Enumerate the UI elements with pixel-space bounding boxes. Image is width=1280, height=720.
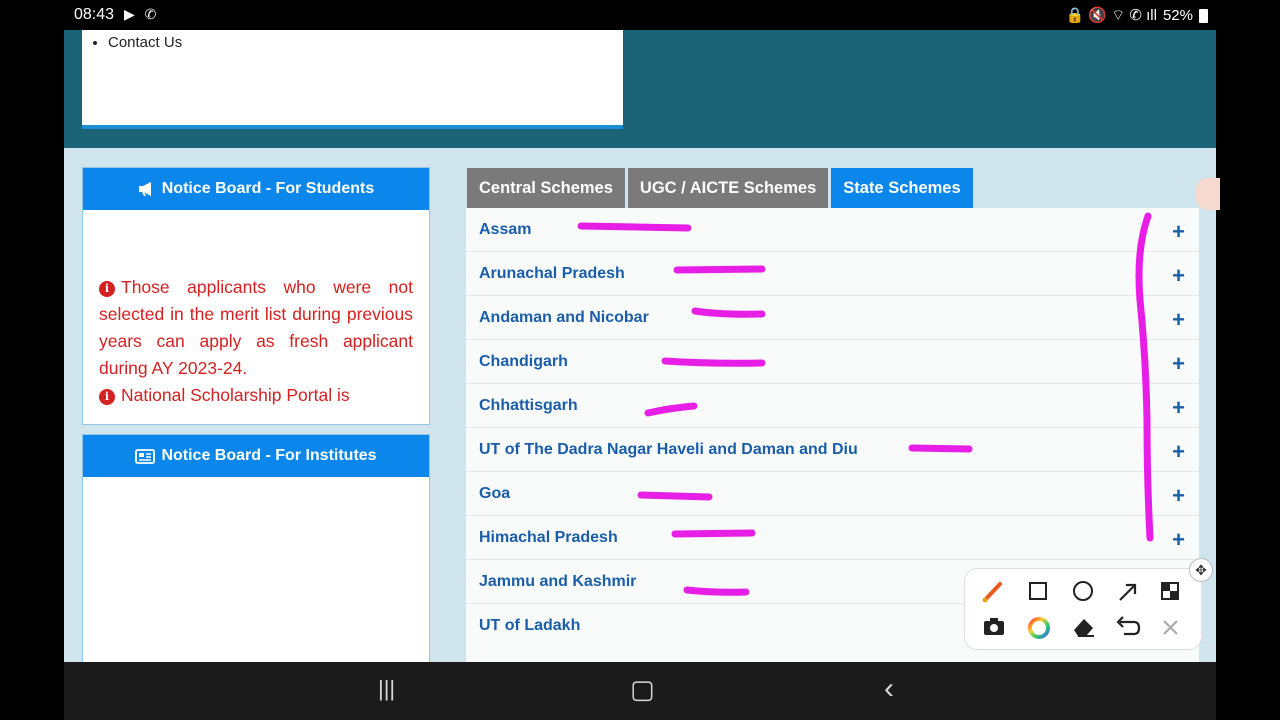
phone-screen: 08:43 ▶ ✆ 🔒 🔇 ⌔ ✆ ıll 52% Contact Us Not… — [0, 0, 1280, 720]
drawing-toolbar — [965, 569, 1201, 649]
expand-plus-icon[interactable]: + — [1172, 219, 1185, 245]
state-row-andaman-and-nicobar[interactable]: Andaman and Nicobar + — [466, 296, 1199, 340]
state-row-chandigarh[interactable]: Chandigarh + — [466, 340, 1199, 384]
state-row-himachal-pradesh[interactable]: Himachal Pradesh + — [466, 516, 1199, 560]
menu-list: Contact Us — [82, 30, 623, 51]
system-icons: 🔒 🔇 ⌔ ✆ ıll — [1065, 7, 1157, 24]
tab-ugc-aicte-schemes[interactable]: UGC / AICTE Schemes — [627, 168, 829, 208]
notice-board-students-header: Notice Board - For Students — [83, 168, 429, 210]
back-button[interactable]: ‹ — [884, 672, 894, 706]
status-bar: 08:43 ▶ ✆ 🔒 🔇 ⌔ ✆ ıll 52% — [0, 0, 1280, 30]
notification-icons: ▶ ✆ — [124, 6, 160, 22]
state-row-assam[interactable]: Assam + — [466, 208, 1199, 252]
web-viewport[interactable]: Contact Us Notice Board - For Students i… — [64, 30, 1216, 662]
expand-plus-icon[interactable]: + — [1172, 395, 1185, 421]
battery-icon — [1199, 8, 1208, 23]
expand-plus-icon[interactable]: + — [1172, 527, 1185, 553]
state-row-goa[interactable]: Goa + — [466, 472, 1199, 516]
status-time: 08:43 — [74, 6, 115, 23]
home-button[interactable]: ▢ — [630, 674, 655, 705]
menu-item-contact-us[interactable]: Contact Us — [108, 34, 623, 51]
megaphone-icon — [138, 182, 151, 196]
android-nav-bar: ||| ▢ ‹ — [64, 662, 1216, 720]
notice-board-students: Notice Board - For Students i Those appli… — [82, 167, 430, 425]
notice-board-students-body: i Those applicants who were not selected … — [83, 210, 429, 409]
notice-board-students-title: Notice Board - For Students — [161, 180, 375, 197]
state-row-dadra-nagar-haveli[interactable]: UT of The Dadra Nagar Haveli and Daman a… — [466, 428, 1199, 472]
notice-message: i National Scholarship Portal is — [99, 382, 413, 409]
tab-central-schemes[interactable]: Central Schemes — [467, 168, 625, 208]
notice-message: i Those applicants who were not selected … — [99, 277, 413, 378]
expand-plus-icon[interactable]: + — [1172, 351, 1185, 377]
edge-panel-handle[interactable] — [1196, 178, 1220, 210]
recents-button[interactable]: ||| — [378, 676, 395, 702]
info-icon: i — [99, 281, 115, 297]
newspaper-icon — [135, 448, 156, 464]
state-row-chhattisgarh[interactable]: Chhattisgarh + — [466, 384, 1199, 428]
expand-plus-icon[interactable]: + — [1172, 439, 1185, 465]
notice-board-institutes: Notice Board - For Institutes — [82, 434, 430, 662]
mobile-menu: Contact Us — [82, 30, 623, 129]
state-row-arunachal-pradesh[interactable]: Arunachal Pradesh + — [466, 252, 1199, 296]
notice-board-institutes-title: Notice Board - For Institutes — [161, 447, 377, 464]
move-handle-icon[interactable]: ✥ — [1190, 559, 1212, 581]
tab-state-schemes[interactable]: State Schemes — [831, 168, 973, 208]
expand-plus-icon[interactable]: + — [1172, 483, 1185, 509]
info-icon: i — [99, 389, 115, 405]
expand-plus-icon[interactable]: + — [1172, 263, 1185, 289]
notice-board-institutes-header: Notice Board - For Institutes — [83, 435, 429, 477]
expand-plus-icon[interactable]: + — [1172, 307, 1185, 333]
scheme-tabs: Central Schemes UGC / AICTE Schemes Stat… — [467, 168, 973, 208]
battery-level: 52% — [1162, 7, 1193, 24]
status-right: 🔒 🔇 ⌔ ✆ ıll 52% — [1065, 6, 1208, 25]
